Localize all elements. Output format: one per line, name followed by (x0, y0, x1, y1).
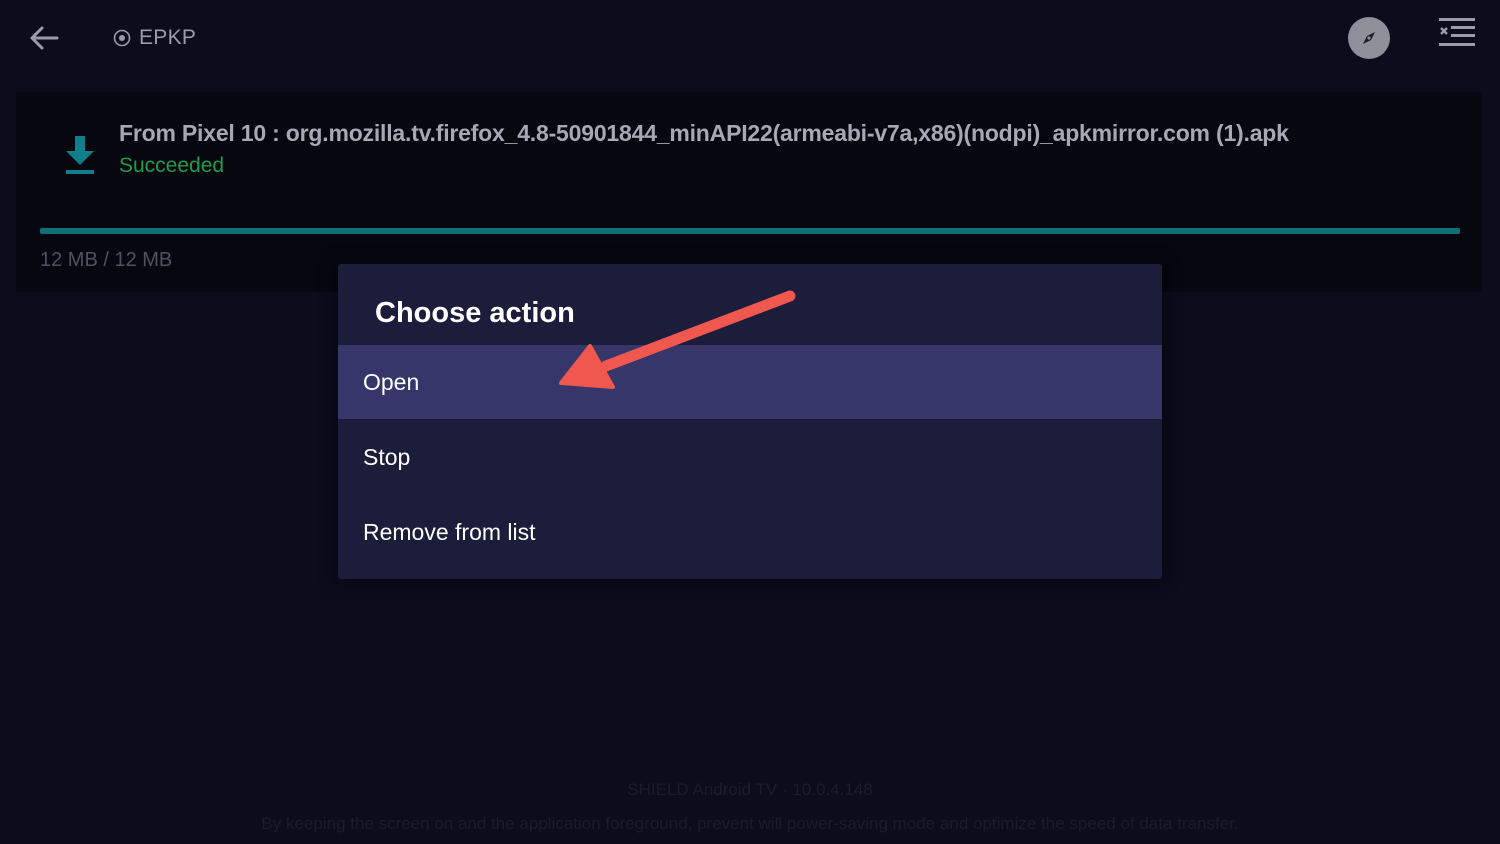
menu-button[interactable] (1437, 16, 1477, 50)
download-filename: From Pixel 10 : org.mozilla.tv.firefox_4… (119, 120, 1289, 146)
choose-action-dialog: Choose action Open Stop Remove from list (338, 264, 1162, 579)
footer-hint: By keeping the screen on and the applica… (261, 814, 1239, 833)
menu-close-icon (1439, 18, 1475, 46)
action-open[interactable]: Open (338, 345, 1162, 419)
back-button[interactable] (26, 20, 62, 56)
download-status: Succeeded (119, 154, 225, 177)
download-item[interactable]: From Pixel 10 : org.mozilla.tv.firefox_4… (16, 92, 1482, 292)
action-remove-from-list[interactable]: Remove from list (338, 495, 1162, 569)
download-progress-bar (40, 228, 1460, 234)
device-info: SHIELD Android TV · 10.0.4.148 (627, 780, 873, 799)
brand: EPKP (113, 26, 196, 50)
app-screen: EPKP From Pixel 10 : org.mozilla.tv.fire (0, 0, 1500, 844)
action-stop-label: Stop (363, 443, 411, 470)
action-open-label: Open (363, 368, 420, 395)
action-stop[interactable]: Stop (338, 420, 1162, 494)
download-progress-fill (40, 228, 1460, 234)
arrow-left-icon (30, 26, 59, 50)
action-remove-label: Remove from list (363, 518, 536, 545)
compass-icon (1363, 32, 1375, 44)
compass-button[interactable] (1348, 17, 1390, 59)
brand-label: EPKP (139, 26, 197, 49)
download-size: 12 MB / 12 MB (40, 249, 173, 271)
top-bar: EPKP (0, 0, 1500, 78)
dialog-title: Choose action (375, 297, 575, 329)
download-icon (66, 136, 94, 174)
target-icon (113, 29, 131, 47)
